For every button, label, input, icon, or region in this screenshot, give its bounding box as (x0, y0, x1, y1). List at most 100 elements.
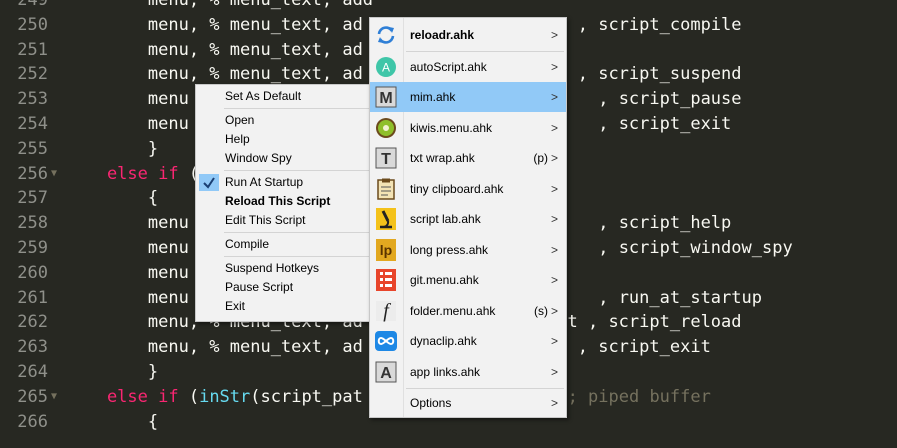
options-menu-item[interactable]: Options > (370, 390, 566, 416)
line-number: 251 (17, 39, 48, 60)
submenu-arrow-icon: > (550, 303, 558, 318)
checkmark-icon (199, 174, 219, 191)
submenu-arrow-icon: > (550, 334, 558, 348)
script-item-git-menu-ahk[interactable]: git.menu.ahk > (370, 265, 566, 295)
script-item-label: mim.ahk (410, 90, 456, 104)
menu-item-reload-this-script[interactable]: Reload This Script (196, 192, 372, 211)
menu-item-label: Exit (225, 299, 246, 313)
line-number: 259 (17, 238, 48, 258)
letter-a-box-icon: A (374, 361, 398, 383)
script-item-script-lab-ahk[interactable]: script lab.ahk > (370, 204, 566, 234)
script-item-dynaclip-ahk[interactable]: dynaclip.ahk > (370, 326, 566, 356)
scripts-menu: reloadr.ahk > AautoScript.ahk > Mmim.ahk > kiw… (369, 17, 567, 418)
script-context-menu: Set As Default Open Help Window Spy Run At S… (195, 84, 373, 322)
line-number: 252 (17, 64, 48, 85)
code-token: menu, % menu_text, ad (66, 14, 363, 35)
code-token: menu (66, 262, 189, 283)
reload-icon (374, 24, 398, 46)
code-line[interactable]: 249 menu, % menu_text, add (0, 0, 897, 13)
code-token: menu (66, 213, 189, 234)
menu-item-label: Set As Default (225, 89, 302, 103)
code-text: menu, % menu_text, ad (66, 38, 363, 63)
code-token: (script_pat (250, 386, 363, 407)
letter-a-circle-icon: A (374, 56, 398, 78)
fold-arrow-icon[interactable]: ▼ (51, 162, 57, 187)
script-item-long-press-ahk[interactable]: lp long press.ahk > (370, 235, 566, 265)
code-text: { (66, 410, 158, 435)
menu-item-window-spy[interactable]: Window Spy (196, 149, 372, 168)
menu-item-label: Help (225, 132, 250, 146)
script-item-label: script lab.ahk (410, 212, 481, 226)
line-number: 249 (17, 0, 48, 10)
options-label: Options (410, 396, 452, 410)
line-number: 260 (17, 262, 48, 283)
menu-separator (406, 388, 564, 389)
menu-item-edit-this-script[interactable]: Edit This Script (196, 211, 372, 230)
code-token: } (66, 138, 159, 159)
git-menu-icon (374, 269, 398, 291)
menu-item-label: Compile (225, 237, 270, 251)
script-item-label: autoScript.ahk (410, 59, 487, 74)
function-f-icon: f (374, 300, 398, 322)
script-item-autoscript-ahk[interactable]: AautoScript.ahk > (370, 52, 566, 82)
menu-separator (224, 256, 370, 257)
menu-item-label: Edit This Script (225, 213, 306, 227)
code-text: menu, % menu_text, add (66, 0, 373, 13)
code-token: menu, % menu_text, ad (66, 64, 363, 85)
submenu-arrow-icon: > (550, 396, 558, 410)
script-item-txt-wrap-ahk[interactable]: Ttxt wrap.ahk (p) > (370, 143, 566, 173)
menu-item-suspend-hotkeys[interactable]: Suspend Hotkeys (196, 259, 372, 278)
menu-item-set-as-default[interactable]: Set As Default (196, 87, 372, 106)
menu-item-pause-script[interactable]: Pause Script (196, 278, 372, 297)
menu-item-open[interactable]: Open (196, 111, 372, 130)
menu-item-help[interactable]: Help (196, 130, 372, 149)
code-token: ; piped buffer (567, 386, 711, 407)
submenu-arrow-icon: > (550, 59, 558, 74)
script-item-reloadr-ahk[interactable]: reloadr.ahk > (370, 20, 566, 50)
code-token: menu (66, 287, 189, 308)
code-token: menu, % menu_text, ad (66, 39, 363, 60)
submenu-arrow-icon: > (550, 212, 558, 226)
svg-text:M: M (379, 90, 392, 107)
lp-icon: lp (374, 238, 398, 261)
menu-item-label: Suspend Hotkeys (225, 261, 320, 275)
svg-text:A: A (382, 60, 390, 74)
script-item-mim-ahk[interactable]: Mmim.ahk > (370, 82, 566, 112)
script-item-app-links-ahk[interactable]: Aapp links.ahk > (370, 357, 566, 387)
infinity-icon (374, 330, 398, 352)
script-item-kiwis-menu-ahk[interactable]: kiwis.menu.ahk > (370, 113, 566, 143)
code-token: else if (66, 386, 189, 407)
menu-item-label: Window Spy (225, 151, 292, 165)
code-text: { (66, 186, 158, 211)
code-token: menu, % menu_text, add (66, 0, 374, 10)
script-item-label: txt wrap.ahk (410, 151, 475, 165)
line-number: 255 (17, 138, 48, 159)
shortcut-hint: (s) (534, 303, 548, 318)
line-number: 265 (17, 386, 48, 407)
menu-item-label: Run At Startup (225, 175, 304, 189)
menu-separator (224, 108, 370, 109)
script-item-label: dynaclip.ahk (410, 334, 477, 348)
svg-text:T: T (381, 151, 391, 168)
menu-item-exit[interactable]: Exit (196, 297, 372, 316)
shortcut-hint: (p) (533, 151, 548, 165)
line-number: 257 (17, 188, 48, 209)
script-item-folder-menu-ahk[interactable]: f folder.menu.ahk (s) > (370, 296, 566, 326)
submenu-arrow-icon: > (550, 28, 558, 42)
code-token: { (66, 411, 159, 432)
line-number: 263 (17, 337, 48, 358)
line-number: 250 (17, 14, 48, 35)
submenu-arrow-icon: > (550, 364, 558, 379)
submenu-arrow-icon: > (550, 242, 558, 257)
code-text: } (66, 360, 158, 385)
menu-item-run-at-startup[interactable]: Run At Startup (196, 173, 372, 192)
fold-arrow-icon[interactable]: ▼ (51, 385, 57, 410)
script-item-label: long press.ahk (410, 242, 489, 257)
kiwi-icon (374, 117, 398, 139)
menu-item-compile[interactable]: Compile (196, 235, 372, 254)
submenu-arrow-icon: > (550, 151, 558, 165)
script-item-tiny-clipboard-ahk[interactable]: tiny clipboard.ahk > (370, 174, 566, 204)
menu-separator (224, 170, 370, 171)
menu-item-label: Open (225, 113, 255, 127)
code-text: menu (66, 261, 189, 286)
